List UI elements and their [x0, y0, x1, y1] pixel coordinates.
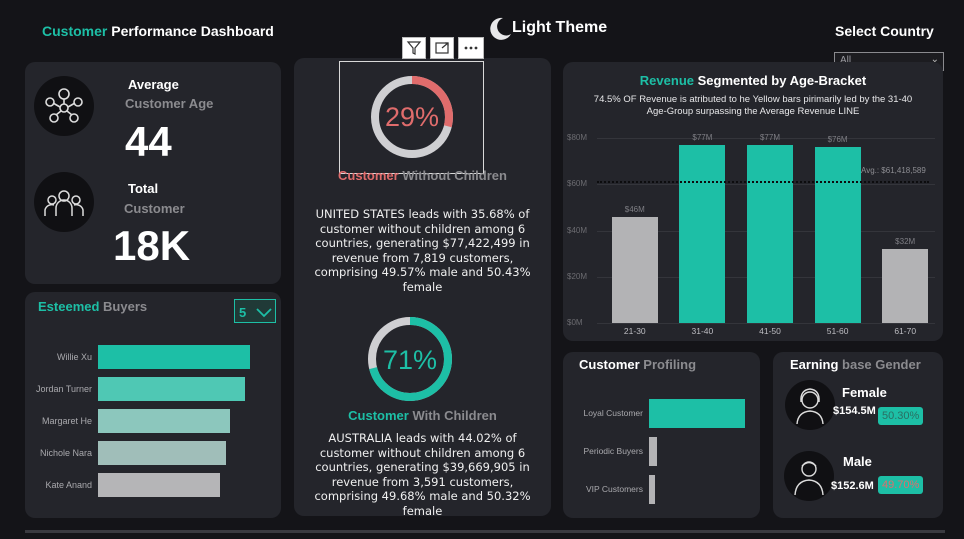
chart-gridline [597, 323, 935, 324]
without-children-title-rest: Without Children [398, 168, 507, 183]
network-people-icon [34, 76, 94, 136]
total-customer-sublabel: Customer [124, 201, 185, 216]
revenue-bar[interactable] [747, 144, 793, 323]
buyer-name: Jordan Turner [35, 384, 92, 394]
bar-value-label: $32M [895, 237, 916, 246]
top-n-select[interactable]: 5 [234, 299, 276, 323]
female-label: Female [842, 385, 887, 400]
page-title: Customer Performance Dashboard [42, 23, 274, 39]
male-icon [784, 451, 834, 501]
profiling-card: Customer Profiling Loyal Customer Periodi… [563, 352, 760, 518]
country-filter-label: Select Country [835, 23, 934, 39]
female-icon [785, 380, 835, 430]
total-customer-value: 18K [113, 222, 191, 269]
buyer-bar[interactable] [98, 345, 250, 369]
more-options-icon[interactable] [458, 37, 484, 59]
top-n-value: 5 [239, 305, 247, 320]
male-percent-badge: 49.70% [878, 476, 924, 494]
x-category-label: 21-30 [623, 326, 646, 336]
with-children-title-rest: With Children [408, 408, 497, 423]
buyers-title-accent: Esteemed [38, 299, 100, 314]
bar-value-label: $46M [624, 204, 645, 214]
children-card: 29% Customer Without Children UNITED STA… [294, 58, 551, 518]
bottom-divider [25, 530, 945, 533]
profiling-bar[interactable] [649, 475, 655, 504]
gender-title-accent: Earning [790, 357, 839, 372]
revenue-bar[interactable] [814, 147, 861, 323]
profiling-bar[interactable] [649, 399, 745, 428]
revenue-bar[interactable] [611, 216, 658, 323]
chevron-down-icon [256, 308, 272, 318]
x-category-label: 31-40 [691, 326, 714, 336]
average-line [597, 180, 929, 183]
without-children-percent: 29% [384, 102, 440, 132]
revenue-bar[interactable] [679, 144, 726, 323]
buyer-name: Margaret He [41, 416, 92, 426]
without-children-title-accent: Customer [338, 168, 399, 183]
y-tick-label: $60M [567, 179, 588, 189]
y-tick-label: $20M [567, 271, 588, 281]
esteemed-buyers-card: Esteemed Buyers 5 Willie Xu Jordan Turner… [25, 292, 281, 518]
profiling-title-rest: Profiling [639, 357, 697, 372]
x-category-label: 61-70 [894, 326, 917, 336]
buyer-name: Nichole Nara [39, 448, 92, 458]
focus-mode-icon[interactable] [430, 37, 454, 59]
gender-card: Earning base Gender Female $154.5M 50.30… [773, 352, 943, 518]
buyer-name: Willie Xu [56, 352, 92, 362]
page-title-rest: Performance Dashboard [107, 23, 274, 39]
filter-icon[interactable] [402, 37, 426, 59]
profiling-label: VIP Customers [585, 484, 643, 494]
revenue-bar[interactable] [882, 249, 929, 323]
with-children-description: AUSTRALIA leads with 44.02% of customer … [314, 431, 531, 518]
buyers-title-rest: Buyers [99, 299, 148, 314]
profiling-title: Customer Profiling [579, 357, 696, 372]
profiling-label: Loyal Customer [583, 408, 643, 418]
profiling-label: Periodic Buyers [583, 446, 643, 456]
with-children-percent: 71% [382, 345, 438, 375]
without-children-title: Customer Without Children [294, 168, 551, 183]
theme-toggle-label[interactable]: Light Theme [512, 19, 607, 37]
gender-title: Earning base Gender [790, 357, 921, 372]
moon-icon[interactable] [487, 16, 513, 42]
y-tick-label: $0M [567, 318, 583, 327]
profiling-title-accent: Customer [579, 357, 640, 372]
group-people-icon [34, 172, 94, 232]
x-category-label: 51-60 [826, 326, 849, 336]
without-children-description: UNITED STATES leads with 35.68% of custo… [314, 207, 531, 294]
buyer-bar[interactable] [98, 441, 226, 465]
avg-age-value: 44 [125, 118, 172, 165]
page-title-accent: Customer [42, 23, 108, 39]
revenue-bar-chart[interactable]: $0M $20M $40M $60M $80M $46M 21-30 $77M 31-40 $77… [563, 62, 943, 341]
avg-age-label: Average [128, 77, 179, 92]
buyer-bar[interactable] [98, 377, 246, 401]
bar-value-label: $77M [692, 132, 713, 142]
with-children-title: Customer With Children [294, 408, 551, 423]
avg-age-sublabel: Customer Age [125, 96, 214, 111]
female-percent-badge: 50.30% [878, 407, 924, 425]
dashboard: Customer Performance Dashboard Light The… [0, 0, 964, 539]
female-revenue: $154.5M [833, 405, 876, 417]
buyer-name: Kate Anand [45, 480, 92, 490]
total-customer-label: Total [128, 181, 159, 196]
male-revenue: $152.6M [831, 480, 874, 492]
bar-value-label: $77M [759, 132, 780, 142]
male-label: Male [843, 454, 872, 469]
y-tick-label: $40M [567, 225, 588, 235]
bar-value-label: $76M [827, 135, 848, 145]
gender-title-rest: base Gender [838, 357, 921, 372]
y-tick-label: $80M [567, 133, 588, 142]
with-children-title-accent: Customer [348, 408, 409, 423]
buyer-bar[interactable] [98, 409, 231, 433]
buyer-bar[interactable] [98, 473, 220, 497]
x-category-label: 41-50 [759, 326, 781, 336]
average-label: Avg.: $61,418,589 [861, 165, 926, 175]
buyers-title: Esteemed Buyers [38, 299, 147, 314]
profiling-bar[interactable] [649, 437, 657, 466]
stats-card: Average Customer Age 44 Total Customer 1… [25, 62, 281, 284]
revenue-chart-card: Revenue Segmented by Age-Bracket 74.5% O… [563, 62, 943, 341]
